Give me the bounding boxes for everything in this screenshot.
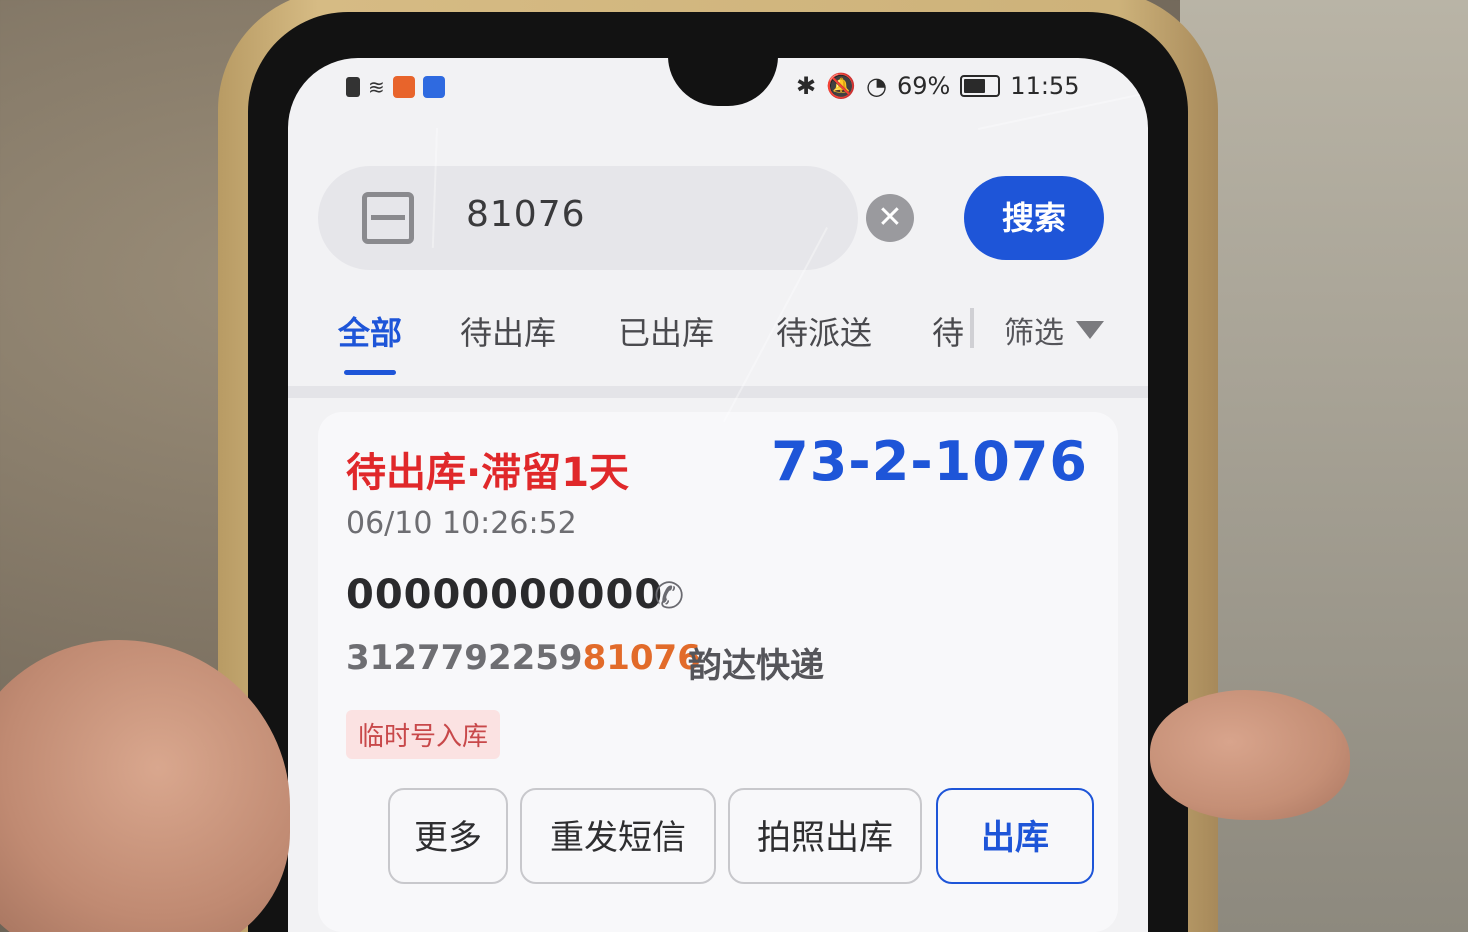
battery-icon [960,75,1001,97]
tracking-highlight: 81076 [582,638,701,678]
shelf-code: 73-2-1076 [771,430,1088,493]
filter-divider [970,308,974,348]
phone-screen: ≋ ✱ 🔕 ◔ 69% 11:55 81076 ✕ 搜索 全部 待出库 已出库 … [288,58,1148,932]
speed-icon: ◔ [866,72,887,100]
scan-icon[interactable] [362,192,414,244]
tab-all[interactable]: 全部 [338,308,402,354]
finger [1150,690,1350,820]
tracking-prefix: 3127792259 [346,638,583,678]
clock: 11:55 [1010,72,1080,100]
package-card[interactable]: 待出库·滞留1天 73-2-1076 06/10 10:26:52 000000… [318,412,1118,932]
mute-icon: 🔕 [826,72,856,100]
status-bar-left: ≋ [346,76,445,98]
tracking-number: 312779225981076 [346,638,701,678]
package-status: 待出库·滞留1天 [346,450,630,496]
search-button[interactable]: 搜索 [964,176,1104,260]
phone-icon[interactable]: ✆ [654,576,684,617]
tab-pending-delivery[interactable]: 待派送 [776,308,872,354]
battery-percent: 69% [896,72,951,100]
app-notification-icon [392,76,415,98]
bluetooth-icon: ✱ [796,72,817,100]
photo-checkout-button[interactable]: 拍照出库 [728,788,922,884]
recipient-phone: 00000000000 [346,572,664,618]
wifi-icon: ≋ [368,75,385,99]
tab-pending-other[interactable]: 待 [932,308,964,354]
resend-sms-button[interactable]: 重发短信 [520,788,716,884]
checkout-button[interactable]: 出库 [936,788,1094,884]
temp-number-tag: 临时号入库 [346,710,501,759]
more-button[interactable]: 更多 [388,788,508,884]
filter-label: 筛选 [1004,316,1064,351]
status-bar-right: ✱ 🔕 ◔ 69% 11:55 [796,72,1079,100]
arrival-timestamp: 06/10 10:26:52 [346,506,577,541]
tab-pending-checkout[interactable]: 待出库 [460,308,556,354]
active-tab-indicator [344,370,396,375]
section-divider [288,386,1148,398]
sim-icon [346,77,360,97]
filter-button[interactable]: 筛选 [1004,308,1104,352]
app-notification-icon-2 [422,76,445,98]
funnel-icon [1076,321,1104,339]
search-input[interactable]: 81076 [466,194,586,235]
search-bar[interactable]: 81076 [318,166,858,270]
courier-name: 韵达快递 [688,646,824,686]
clear-icon[interactable]: ✕ [866,194,914,242]
tab-checked-out[interactable]: 已出库 [618,308,714,354]
notch [668,58,778,106]
